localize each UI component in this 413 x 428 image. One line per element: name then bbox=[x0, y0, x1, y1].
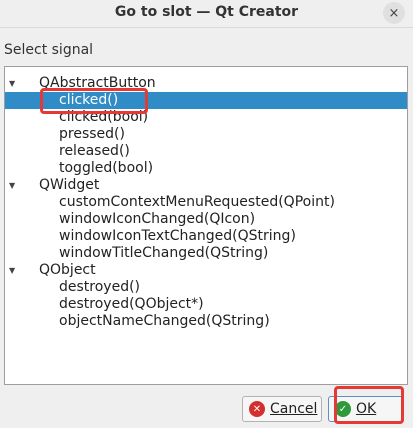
expand-arrow-icon[interactable]: ▼ bbox=[9, 177, 17, 194]
tree-item-objectnamechanged[interactable]: objectNameChanged(QString) bbox=[5, 313, 407, 330]
expand-arrow-icon[interactable]: ▼ bbox=[9, 75, 17, 92]
tree-item-label: destroyed(QObject*) bbox=[59, 296, 204, 312]
tree-item-pressed[interactable]: pressed() bbox=[5, 126, 407, 143]
tree-item-released[interactable]: released() bbox=[5, 143, 407, 160]
tree-item-customcontextmenurequested[interactable]: customContextMenuRequested(QPoint) bbox=[5, 194, 407, 211]
tree-item-label: windowIconChanged(QIcon) bbox=[59, 211, 256, 227]
annotation-highlight-ok bbox=[334, 386, 404, 424]
tree-item-windowiconchanged[interactable]: windowIconChanged(QIcon) bbox=[5, 211, 407, 228]
window-title: Go to slot — Qt Creator bbox=[114, 4, 299, 20]
expand-arrow-icon[interactable]: ▼ bbox=[9, 262, 17, 279]
tree-group-qobject[interactable]: ▼ QObject bbox=[5, 262, 407, 279]
tree-group-qwidget[interactable]: ▼ QWidget bbox=[5, 177, 407, 194]
tree-item-label: destroyed() bbox=[59, 279, 141, 295]
title-bar: Go to slot — Qt Creator × bbox=[0, 0, 413, 28]
tree-item-label: pressed() bbox=[59, 126, 125, 142]
tree-item-label: objectNameChanged(QString) bbox=[59, 313, 270, 329]
tree-item-toggled-bool[interactable]: toggled(bool) bbox=[5, 160, 407, 177]
tree-group-label: QWidget bbox=[39, 177, 100, 193]
close-icon[interactable]: × bbox=[383, 2, 405, 24]
tree-item-destroyed[interactable]: destroyed() bbox=[5, 279, 407, 296]
select-signal-label: Select signal bbox=[4, 42, 94, 58]
tree-item-label: toggled(bool) bbox=[59, 160, 154, 176]
cancel-circle-icon: ✕ bbox=[249, 401, 265, 417]
tree-group-label: QObject bbox=[39, 262, 96, 278]
tree-item-label: windowTitleChanged(QString) bbox=[59, 245, 269, 261]
tree-item-label: released() bbox=[59, 143, 130, 159]
tree-item-label: windowIconTextChanged(QString) bbox=[59, 228, 296, 244]
tree-item-label: customContextMenuRequested(QPoint) bbox=[59, 194, 335, 210]
tree-item-windowtitlechanged[interactable]: windowTitleChanged(QString) bbox=[5, 245, 407, 262]
annotation-highlight-clicked bbox=[40, 88, 148, 114]
cancel-button-label: Cancel bbox=[270, 401, 318, 417]
tree-item-destroyed-qobject[interactable]: destroyed(QObject*) bbox=[5, 296, 407, 313]
dialog-window: Go to slot — Qt Creator × Select signal … bbox=[0, 0, 413, 428]
cancel-button[interactable]: ✕ Cancel bbox=[242, 396, 322, 422]
tree-item-windowicontextchanged[interactable]: windowIconTextChanged(QString) bbox=[5, 228, 407, 245]
